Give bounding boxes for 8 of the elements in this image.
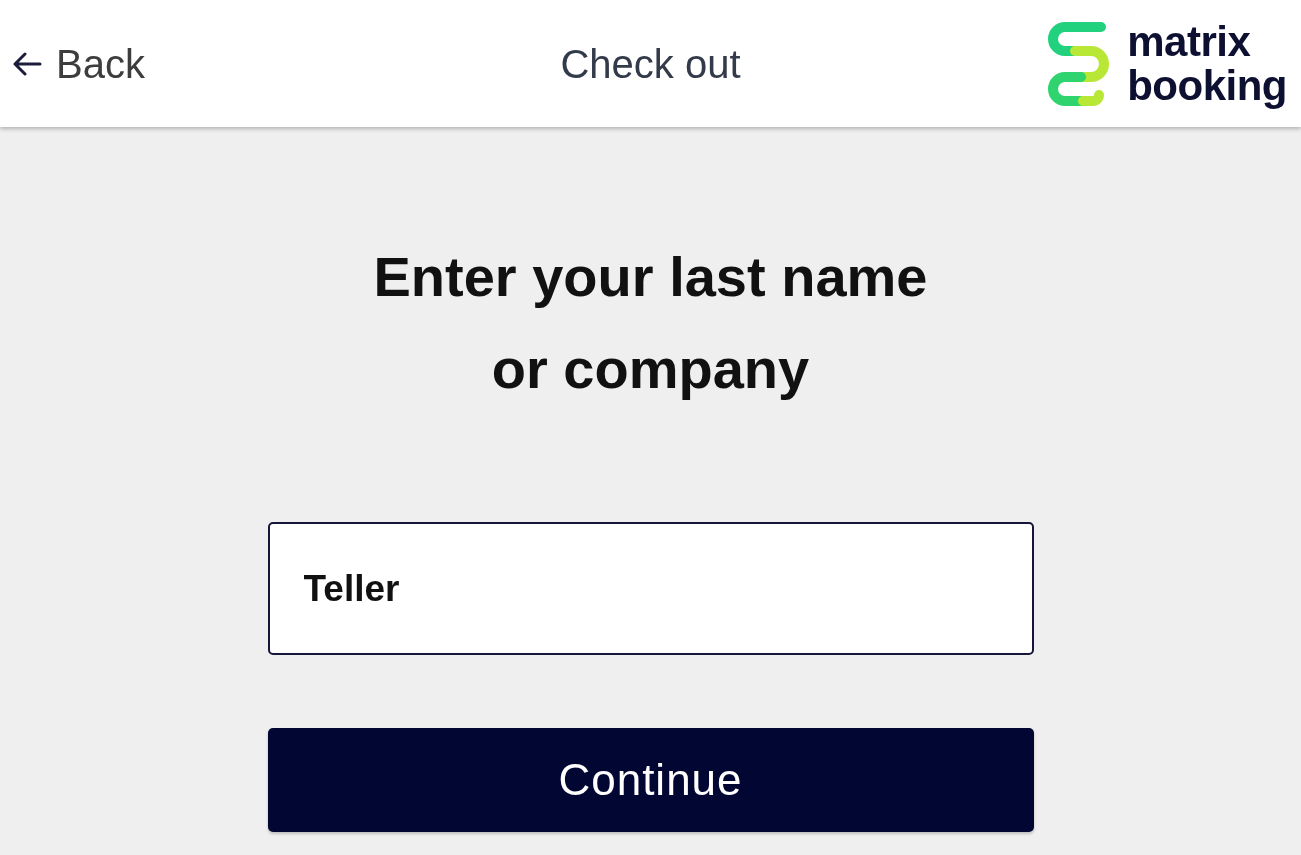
continue-button[interactable]: Continue xyxy=(267,728,1034,832)
back-arrow-icon xyxy=(12,51,42,76)
page-title: Check out xyxy=(560,43,741,84)
back-button[interactable]: Back xyxy=(12,43,145,84)
logo-wordmark: matrix booking xyxy=(1127,19,1287,108)
page-heading: Enter your last name or company xyxy=(372,244,929,402)
logo-icon xyxy=(1045,20,1112,107)
name-input-field[interactable]: Teller xyxy=(267,522,1034,655)
